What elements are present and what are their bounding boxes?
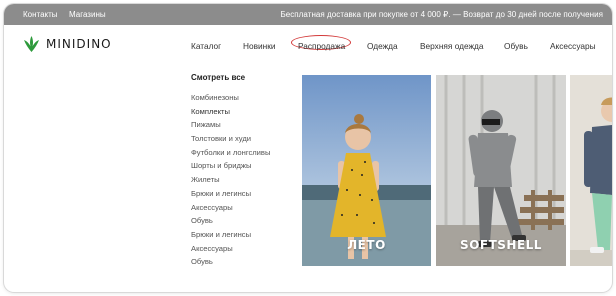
category-tile-third[interactable] — [570, 75, 612, 266]
nav-sale[interactable]: Распродажа — [298, 41, 345, 51]
category-tile-summer[interactable]: ЛЕТО — [302, 75, 431, 266]
leaf-logo-icon — [24, 36, 39, 52]
top-info-bar: Контакты Магазины Бесплатная доставка пр… — [4, 4, 612, 25]
promo-text: Бесплатная доставка при покупке от 4 000… — [280, 10, 603, 19]
logo-text: MINIDINO — [46, 37, 112, 51]
contacts-link[interactable]: Контакты — [23, 10, 58, 19]
nav-shoes[interactable]: Обувь — [504, 41, 528, 51]
site-header: MINIDINO Каталог Новинки Распродажа Одеж… — [4, 25, 612, 67]
nav-catalog[interactable]: Каталог — [191, 41, 221, 51]
tile-caption: SOFTSHELL — [460, 238, 542, 252]
submenu-item[interactable]: Футболки и лонгсливы — [191, 146, 291, 160]
stores-link[interactable]: Магазины — [69, 10, 106, 19]
submenu-item[interactable]: Жилеты — [191, 173, 291, 187]
submenu-item[interactable]: Шорты и бриджы — [191, 159, 291, 173]
submenu-item[interactable]: Аксессуары — [191, 201, 291, 215]
submenu-item[interactable]: Толстовки и худи — [191, 132, 291, 146]
submenu-item[interactable]: Комбинезоны — [191, 91, 291, 105]
submenu-item[interactable]: Пижамы — [191, 118, 291, 132]
tile-caption: ЛЕТО — [347, 238, 386, 252]
submenu-item[interactable]: Брюки и легинсы — [191, 228, 291, 242]
submenu-item[interactable]: Брюки и легинсы — [191, 187, 291, 201]
browser-frame: Контакты Магазины Бесплатная доставка пр… — [4, 4, 612, 292]
submenu-item[interactable]: Комплекты — [191, 105, 291, 119]
logo[interactable]: MINIDINO — [24, 36, 112, 52]
nav-outerwear[interactable]: Верхняя одежда — [420, 41, 484, 51]
sale-submenu: Смотреть все Комбинезоны Комплекты Пижам… — [191, 73, 291, 269]
boy-jacket-photo — [570, 75, 612, 266]
category-tile-softshell[interactable]: SOFTSHELL — [436, 75, 566, 266]
submenu-item[interactable]: Обувь — [191, 214, 291, 228]
submenu-see-all[interactable]: Смотреть все — [191, 73, 291, 82]
nav-clothing[interactable]: Одежда — [367, 41, 398, 51]
nav-new[interactable]: Новинки — [243, 41, 276, 51]
submenu-item[interactable]: Обувь — [191, 255, 291, 269]
submenu-item[interactable]: Аксессуары — [191, 242, 291, 256]
nav-accessories[interactable]: Аксессуары — [550, 41, 596, 51]
